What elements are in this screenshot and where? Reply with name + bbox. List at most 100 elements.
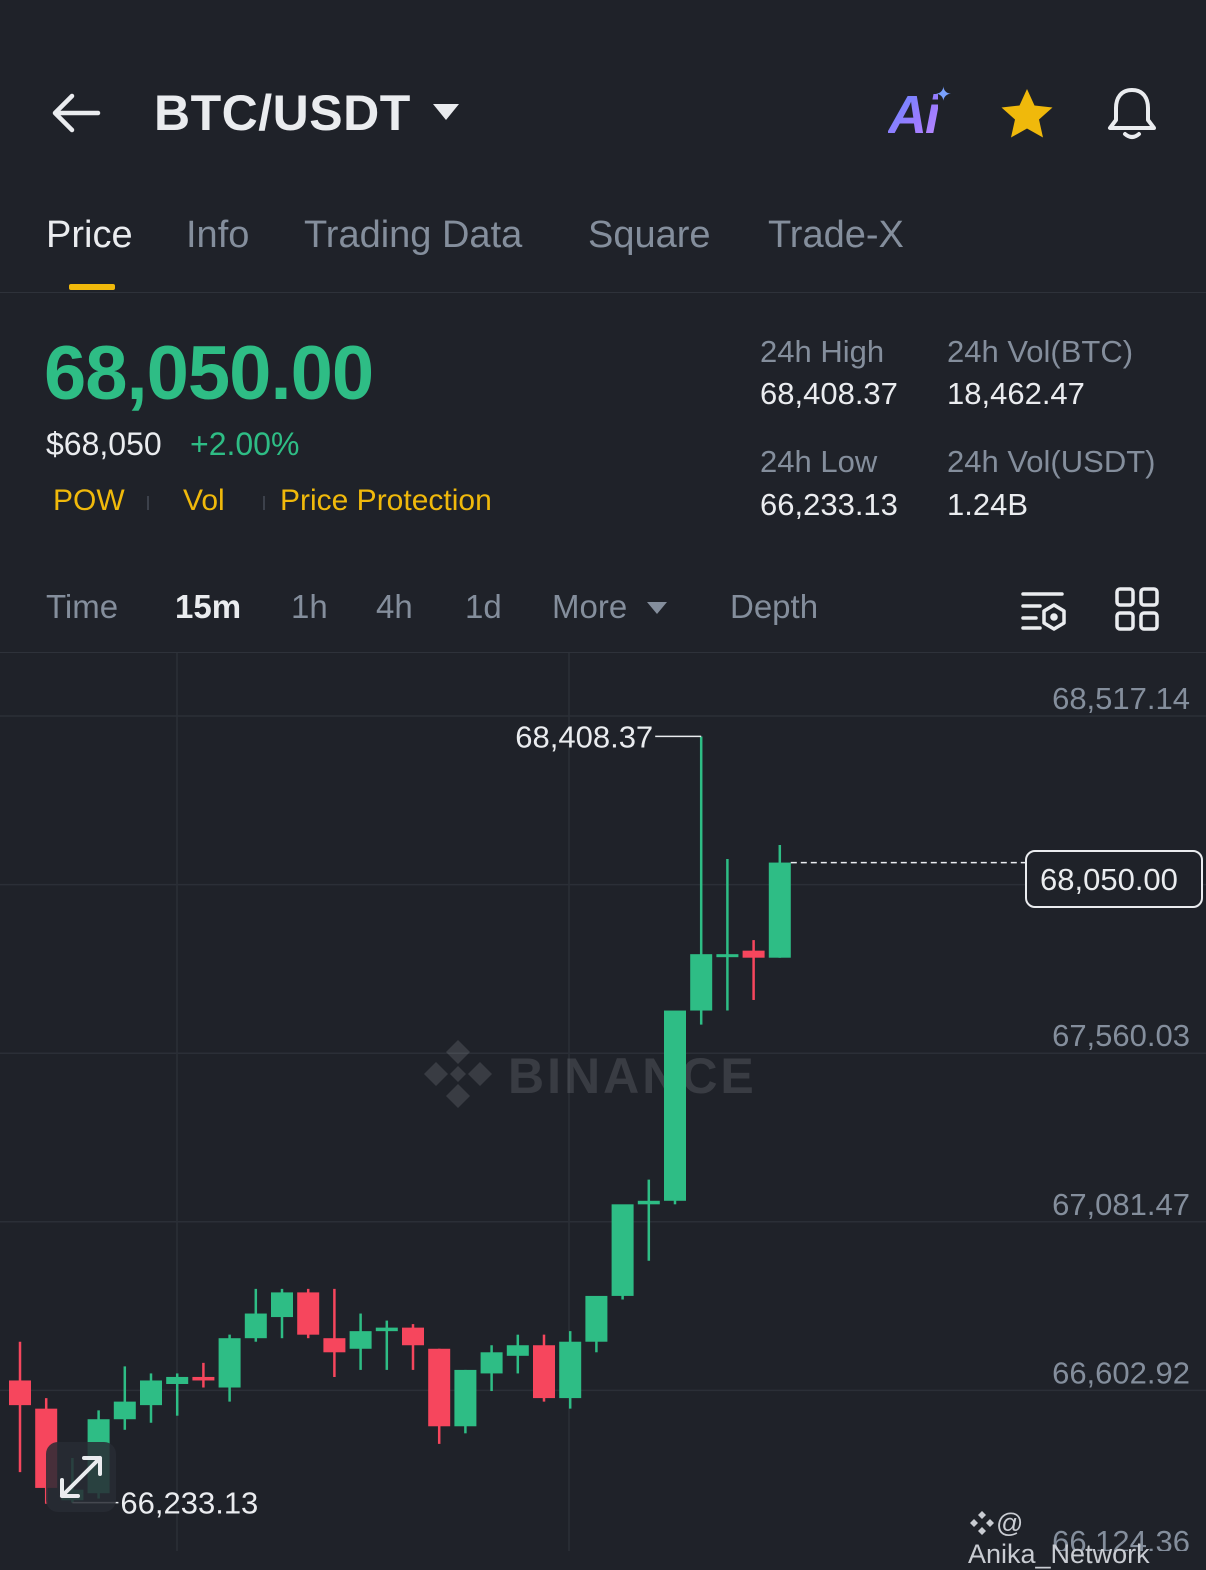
caret-down-icon[interactable] <box>646 600 668 616</box>
high-marker-label: 68,408.37 <box>515 719 653 754</box>
candle-body <box>140 1380 162 1406</box>
tag-price-protection[interactable]: Price Protection <box>280 484 492 518</box>
candle-body <box>166 1376 189 1384</box>
candle <box>402 1324 424 1370</box>
candle <box>375 1320 398 1370</box>
candlestick-chart[interactable]: BINANCE 68,408.37 66,233.13 68,517.14 67,5… <box>0 653 1206 1551</box>
candle-body <box>506 1345 529 1356</box>
candle <box>218 1334 241 1402</box>
candle-body <box>9 1380 31 1406</box>
candle <box>271 1288 293 1339</box>
caret-down-icon[interactable] <box>431 100 461 124</box>
y-tick-label: 67,081.47 <box>1052 1187 1190 1222</box>
candle <box>506 1334 529 1374</box>
candle <box>297 1288 320 1339</box>
candle-body <box>611 1204 634 1296</box>
expand-icon <box>60 1456 102 1498</box>
candle <box>166 1373 189 1416</box>
candle-body <box>533 1345 555 1399</box>
active-tab-indicator <box>69 284 115 290</box>
star-icon[interactable] <box>998 86 1056 142</box>
low-marker-label: 66,233.13 <box>120 1486 258 1521</box>
candle <box>140 1373 162 1423</box>
current-price-label: 68,050.00 <box>1040 862 1178 897</box>
back-arrow-icon[interactable] <box>48 88 104 138</box>
grid-layout-icon[interactable] <box>1114 586 1160 632</box>
candle <box>9 1341 31 1473</box>
divider <box>0 292 1206 293</box>
y-tick-label: 67,560.03 <box>1052 1018 1190 1053</box>
candle-body <box>768 862 791 958</box>
candle-body <box>637 1200 660 1205</box>
interval-15m[interactable]: 15m <box>175 588 241 626</box>
expand-chart-button[interactable] <box>46 1442 116 1512</box>
candle-body <box>323 1338 346 1353</box>
candle-body <box>454 1369 477 1427</box>
candle <box>454 1369 477 1434</box>
candle <box>690 736 713 1025</box>
bell-icon[interactable] <box>1104 84 1160 142</box>
candle-body <box>402 1327 424 1346</box>
sparkle-icon: ✦ <box>935 84 952 106</box>
candle <box>637 1179 660 1261</box>
tag-pow[interactable]: POW <box>53 484 125 518</box>
candle-body <box>664 1010 686 1201</box>
candle-body <box>585 1295 608 1342</box>
ai-icon[interactable]: Ai <box>888 84 940 146</box>
candle <box>716 859 739 1011</box>
candle-body <box>716 954 739 958</box>
interval-more[interactable]: More <box>552 588 627 626</box>
credit-text: @ Anika_Network <box>968 1508 1150 1569</box>
tab-price[interactable]: Price <box>46 214 133 257</box>
candle <box>533 1334 555 1402</box>
candle-body <box>192 1376 215 1381</box>
tab-info[interactable]: Info <box>186 214 249 257</box>
interval-1d[interactable]: 1d <box>465 588 502 626</box>
candle <box>192 1362 215 1388</box>
vol-btc-24h-label: 24h Vol(BTC) <box>947 334 1134 369</box>
tag-vol[interactable]: Vol <box>183 484 225 518</box>
tab-trade-x[interactable]: Trade-X <box>768 214 904 257</box>
candle-body <box>375 1327 398 1332</box>
interval-4h[interactable]: 4h <box>376 588 413 626</box>
vol-usdt-24h-label: 24h Vol(USDT) <box>947 444 1156 479</box>
candle <box>349 1313 372 1370</box>
candle-body <box>271 1292 293 1318</box>
interval-1h[interactable]: 1h <box>291 588 328 626</box>
binance-logo-icon <box>424 1040 492 1108</box>
candle <box>480 1345 503 1392</box>
candle-body <box>428 1348 451 1427</box>
credit-watermark: @ Anika_Network <box>968 1508 1206 1570</box>
candle <box>664 1010 686 1205</box>
vol-usdt-24h-value: 1.24B <box>947 487 1029 522</box>
candle-body <box>480 1352 503 1374</box>
chart-settings-icon[interactable] <box>1020 588 1068 632</box>
candle <box>611 1204 634 1300</box>
tag-separator <box>147 496 149 510</box>
candle <box>113 1366 136 1430</box>
candle-body <box>559 1341 582 1399</box>
interval-time[interactable]: Time <box>46 588 118 626</box>
candle <box>323 1288 346 1377</box>
tab-square[interactable]: Square <box>588 214 711 257</box>
watermark-text: BINANCE <box>508 1048 757 1104</box>
usd-price: $68,050 <box>46 426 162 462</box>
trading-pair-title[interactable]: BTC/USDT <box>154 84 411 142</box>
tab-trading-data[interactable]: Trading Data <box>304 214 522 257</box>
vol-btc-24h-value: 18,462.47 <box>947 376 1085 411</box>
y-axis-labels: 68,517.1467,560.0367,081.4766,602.9266,1… <box>1052 681 1190 1551</box>
low-24h-label: 24h Low <box>760 444 878 479</box>
candle-body <box>297 1292 320 1335</box>
binance-logo-icon <box>970 1511 994 1535</box>
last-price: 68,050.00 <box>44 331 374 416</box>
y-tick-label: 66,602.92 <box>1052 1355 1190 1390</box>
candles <box>9 736 791 1504</box>
candle-body <box>349 1331 372 1349</box>
candle <box>244 1288 267 1342</box>
interval-depth[interactable]: Depth <box>730 588 818 626</box>
candle-body <box>218 1338 241 1388</box>
price-change-percent: +2.00% <box>190 426 300 462</box>
chart-markers: 68,408.37 66,233.13 <box>72 719 1025 1521</box>
low-24h-value: 66,233.13 <box>760 487 898 522</box>
high-24h-label: 24h High <box>760 334 885 369</box>
